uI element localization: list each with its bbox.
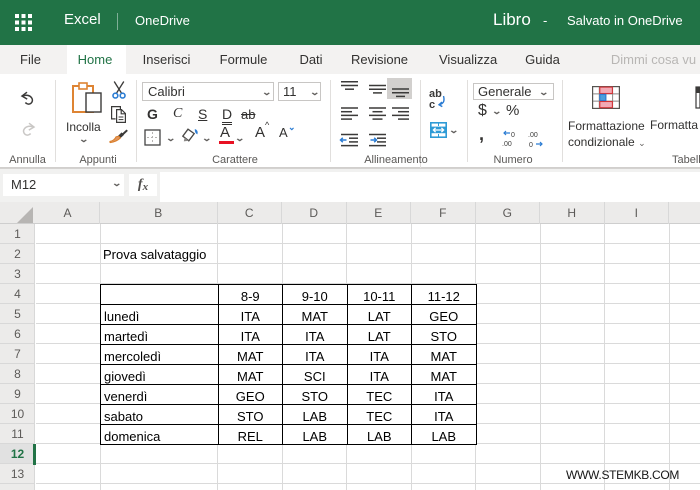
svg-text:.00: .00 <box>502 141 512 148</box>
svg-text:.00: .00 <box>528 132 538 139</box>
svg-text:0: 0 <box>511 132 515 139</box>
svg-text:0: 0 <box>529 142 533 148</box>
svg-text:c: c <box>429 99 435 110</box>
